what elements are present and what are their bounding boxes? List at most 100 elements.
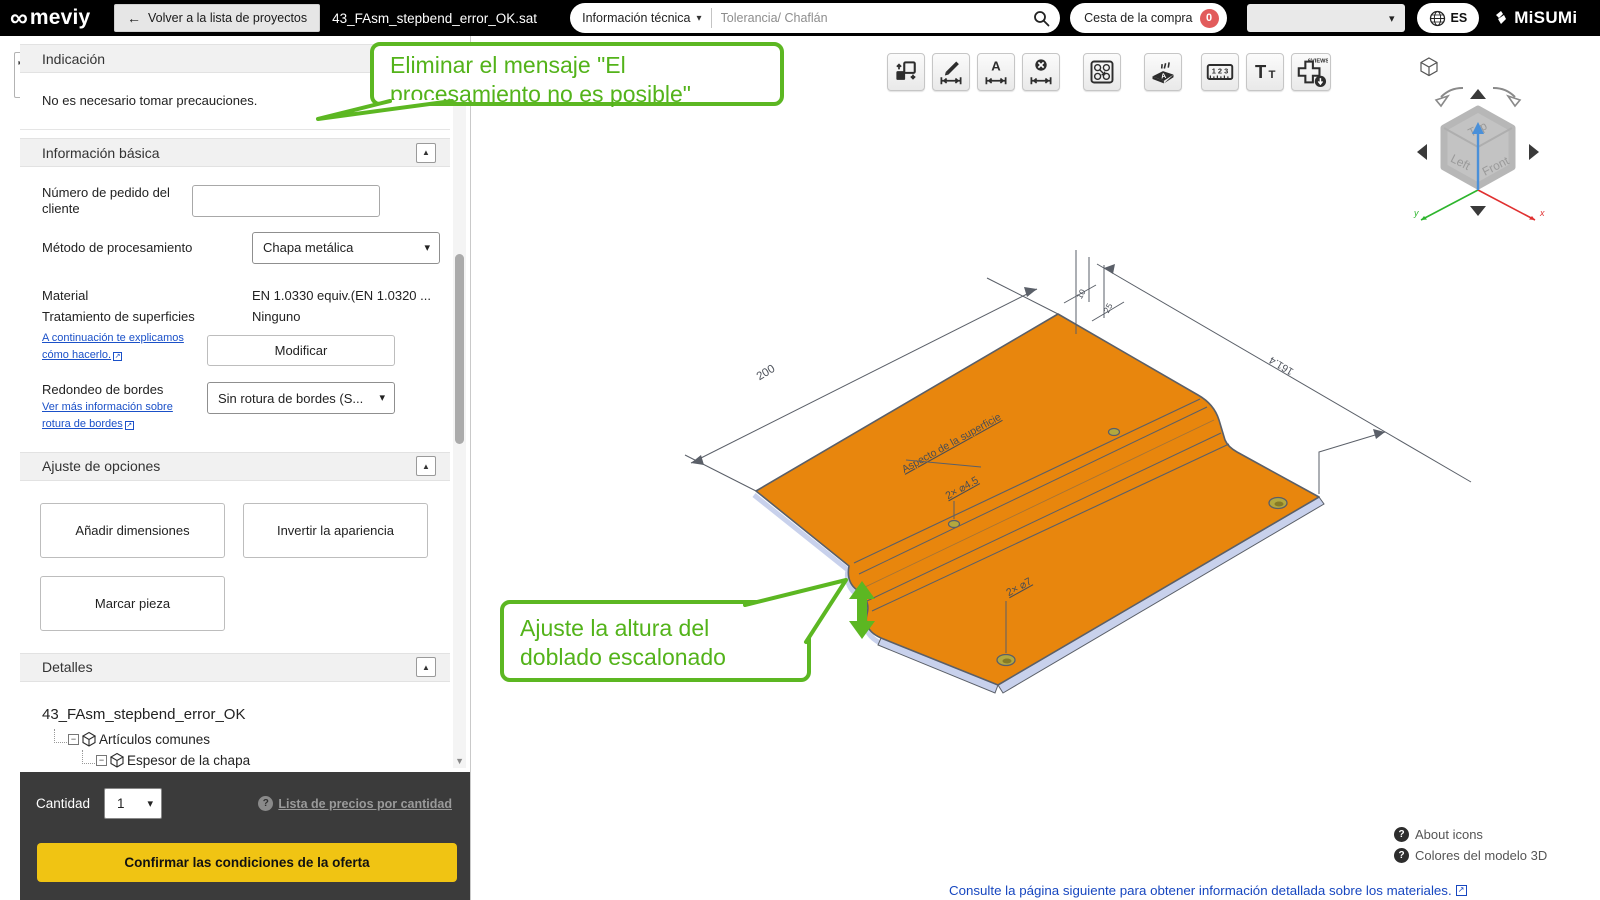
- about-icons-link[interactable]: ? About icons: [1394, 827, 1483, 842]
- processing-method-value: Chapa metálica: [263, 240, 354, 255]
- surface-treatment-row: Tratamiento de superficies Ninguno: [20, 309, 450, 325]
- modify-button[interactable]: Modificar: [207, 335, 395, 366]
- quantity-select[interactable]: 1: [104, 788, 163, 819]
- details-collapse-button[interactable]: ▲: [416, 657, 436, 678]
- search-category-select[interactable]: Información técnica: [582, 11, 710, 25]
- dim-200-label: 200: [755, 363, 778, 383]
- dim-161-label: 161.4: [1267, 354, 1296, 378]
- tilt-down-icon[interactable]: [1470, 206, 1486, 216]
- surface-link-row: A continuación te explicamos cómo hacerl…: [20, 329, 450, 366]
- materials-info-link[interactable]: Consulte la página siguiente para obtene…: [949, 883, 1467, 898]
- meviy-logo[interactable]: ∞ meviy: [10, 4, 114, 32]
- part-cube-icon: [81, 732, 97, 748]
- divider: [20, 108, 450, 130]
- meviy-logo-text: meviy: [29, 6, 91, 29]
- tree-item-common-articles[interactable]: − Artículos comunes: [54, 729, 450, 750]
- tree-connector: [82, 750, 95, 765]
- rotate-right-arrowhead[interactable]: [1505, 94, 1522, 108]
- search-input[interactable]: [720, 11, 1034, 25]
- material-value: EN 1.0330 equiv.(EN 1.0320 ...: [252, 287, 431, 303]
- edge-rounding-link[interactable]: Ver más información sobre rotura de bord…: [42, 401, 173, 431]
- surface-how-link[interactable]: A continuación te explicamos cómo hacerl…: [42, 332, 184, 361]
- cart-count-badge: 0: [1199, 8, 1219, 28]
- dim-arrowhead: [1024, 287, 1037, 297]
- edge-rounding-select[interactable]: Sin rotura de bordes (S...: [207, 382, 395, 414]
- basic-info-title: Información básica: [42, 144, 160, 161]
- add-dimensions-button[interactable]: Añadir dimensiones: [40, 502, 225, 558]
- sidebar-scrollbar-thumb[interactable]: [455, 254, 464, 444]
- view-cube-widget[interactable]: Top Left Front y x: [1400, 40, 1600, 255]
- tree-item-label: Artículos comunes: [99, 731, 211, 747]
- cart-button[interactable]: Cesta de la compra 0: [1070, 3, 1227, 33]
- surface-treatment-value: Ninguno: [252, 308, 301, 324]
- order-number-label: Número de pedido del cliente: [42, 185, 170, 217]
- details-title: Detalles: [42, 659, 93, 676]
- basic-info-collapse-button[interactable]: ▲: [416, 142, 436, 163]
- invert-appearance-button[interactable]: Invertir la apariencia: [243, 502, 428, 558]
- processing-method-label: Método de procesamiento: [42, 239, 193, 255]
- back-to-projects-button[interactable]: ← Volver a la lista de proyectos: [114, 4, 321, 32]
- order-number-input[interactable]: [192, 185, 380, 217]
- open-file-name: 43_FAsm_stepbend_error_OK.sat: [332, 10, 537, 26]
- mark-part-button[interactable]: Marcar pieza: [40, 575, 225, 631]
- sidebar-scroll-down-icon[interactable]: ▼: [455, 756, 464, 766]
- sidebar-panel: Indicación No es necesario tomar precauc…: [20, 36, 450, 772]
- edge-rounding-label: Redondeo de bordes: [42, 382, 164, 397]
- misumi-logo: MiSUMi: [1493, 8, 1577, 28]
- model-colors-link[interactable]: ? Colores del modelo 3D: [1394, 848, 1547, 863]
- callout-remove-message: Eliminar el mensaje "El procesamiento no…: [370, 42, 784, 107]
- misumi-logo-text: MiSUMi: [1514, 8, 1578, 27]
- tree-item-sheet-thickness[interactable]: − Espesor de la chapa: [54, 750, 450, 771]
- sidebar-scrollbar[interactable]: [453, 42, 466, 768]
- processing-method-select[interactable]: Chapa metálica: [252, 231, 440, 264]
- options-collapse-button[interactable]: ▲: [416, 456, 436, 477]
- topbar: ∞ meviy ← Volver a la lista de proyectos…: [0, 0, 1600, 36]
- help-icon: ?: [258, 796, 274, 811]
- hole-small-2: [1107, 427, 1121, 437]
- sheet-metal-part[interactable]: [755, 313, 1320, 686]
- axis-y-label: y: [1413, 208, 1419, 218]
- help-icon: ?: [1394, 827, 1409, 842]
- callout-top-line2: procesamiento no es posible": [390, 80, 691, 107]
- order-number-row: Número de pedido del cliente: [20, 185, 450, 218]
- details-part-name: 43_FAsm_stepbend_error_OK: [42, 705, 246, 723]
- hole-small-1: [947, 519, 961, 529]
- app-window: ∞ meviy ← Volver a la lista de proyectos…: [0, 0, 1600, 900]
- callout-step-line1: Ajuste la altura del: [520, 615, 710, 641]
- options-title: Ajuste de opciones: [42, 458, 161, 475]
- options-buttons: Añadir dimensiones Invertir la aparienci…: [20, 481, 450, 631]
- tree-expander-icon[interactable]: −: [68, 733, 79, 745]
- cart-label: Cesta de la compra: [1084, 11, 1193, 25]
- rotate-cube-right-icon[interactable]: [1529, 144, 1539, 160]
- callout-step-height: Ajuste la altura del doblado escalonado: [500, 600, 811, 682]
- hole-large-1-bore: [1002, 658, 1012, 664]
- misumi-mark-icon: [1496, 11, 1507, 24]
- meviy-infinity-icon: ∞: [10, 4, 28, 32]
- quote-footer: Cantidad 1 ? Lista de precios por cantid…: [20, 772, 470, 900]
- rotate-cube-left-icon[interactable]: [1417, 144, 1427, 160]
- tree-item-label: Espesor de la chapa: [127, 752, 251, 768]
- rotate-right-icon[interactable]: [1492, 86, 1516, 98]
- confirm-quote-button[interactable]: Confirmar las condiciones de la oferta: [37, 843, 457, 882]
- help-icon: ?: [1394, 848, 1409, 863]
- callout-top-line1: Eliminar el mensaje "El: [390, 52, 626, 78]
- tree-connector: [54, 729, 67, 744]
- material-label: Material: [42, 287, 89, 303]
- rotate-left-icon[interactable]: [1440, 86, 1464, 98]
- language-button[interactable]: ES: [1416, 3, 1480, 33]
- tree-expander-icon[interactable]: −: [96, 754, 107, 766]
- axis-triad: y x: [1413, 122, 1545, 221]
- axis-x-label: x: [1539, 208, 1545, 218]
- globe-icon: [1429, 10, 1445, 26]
- price-list-link[interactable]: ? Lista de precios por cantidad: [258, 796, 452, 811]
- isometric-view-icon[interactable]: [1420, 57, 1438, 77]
- rotate-left-arrowhead[interactable]: [1434, 94, 1451, 108]
- external-link-icon: ↗: [113, 351, 123, 361]
- processing-method-row: Método de procesamiento Chapa metálica: [20, 231, 450, 264]
- edge-rounding-row: Redondeo de bordes Ver más información s…: [20, 382, 450, 432]
- search-bar: Información técnica: [570, 3, 1061, 33]
- search-icon[interactable]: [1033, 10, 1050, 27]
- project-select[interactable]: [1246, 4, 1405, 32]
- back-arrow-icon: ←: [127, 10, 141, 26]
- tilt-up-icon[interactable]: [1470, 89, 1486, 99]
